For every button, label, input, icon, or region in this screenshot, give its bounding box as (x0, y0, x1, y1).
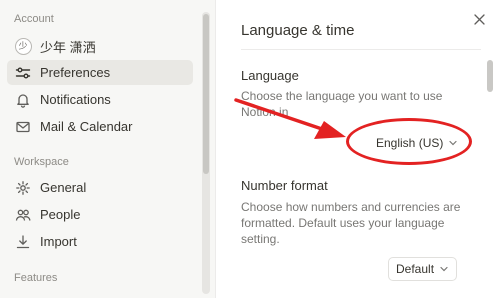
settings-content: Language & time Language Choose the lang… (216, 0, 500, 298)
sliders-icon (14, 64, 32, 82)
close-icon (473, 13, 485, 25)
import-icon (14, 233, 32, 251)
sidebar-scrollbar[interactable] (202, 12, 210, 294)
user-name: 少年 潇洒 (40, 40, 96, 55)
sidebar-item-notifications[interactable]: Notifications (7, 87, 193, 112)
number-format-setting-description: Choose how numbers and currencies are fo… (241, 200, 461, 246)
settings-sidebar: Account 少 少年 潇洒 Preferences Notification… (0, 0, 216, 298)
sidebar-item-account-user[interactable]: 少 少年 潇洒 (7, 34, 193, 59)
sidebar-item-label: Mail & Calendar (40, 119, 133, 134)
gear-icon (14, 179, 32, 197)
sidebar-item-mail-calendar[interactable]: Mail & Calendar (7, 114, 193, 139)
sidebar-item-import[interactable]: Import (7, 229, 193, 254)
sidebar-item-label: Import (40, 234, 77, 249)
close-button[interactable] (470, 10, 488, 28)
sidebar-scrollbar-thumb[interactable] (203, 14, 209, 174)
title-divider (241, 49, 481, 50)
number-format-setting-title: Number format (241, 178, 328, 193)
sidebar-item-label: People (40, 207, 81, 222)
avatar: 少 (14, 38, 32, 55)
sidebar-item-label: Notifications (40, 92, 111, 107)
number-format-dropdown-value: Default (396, 262, 435, 276)
account-section-label: Account (14, 13, 54, 25)
page-title: Language & time (241, 22, 355, 39)
sidebar-item-people[interactable]: People (7, 202, 193, 227)
chevron-down-icon (440, 266, 448, 272)
people-icon (14, 206, 32, 224)
sidebar-item-label: General (40, 180, 87, 195)
annotation-ellipse (346, 118, 472, 165)
sidebar-item-preferences[interactable]: Preferences (7, 60, 193, 85)
sidebar-item-label: Preferences (40, 65, 111, 80)
features-section-label: Features (14, 272, 58, 284)
number-format-dropdown[interactable]: Default (388, 257, 458, 281)
sidebar-item-general[interactable]: General (7, 175, 193, 200)
workspace-section-label: Workspace (14, 156, 69, 168)
content-scrollbar-thumb[interactable] (487, 60, 493, 92)
mail-icon (14, 118, 32, 136)
language-setting-description: Choose the language you want to use Noti… (241, 89, 443, 119)
language-setting-title: Language (241, 68, 299, 83)
bell-icon (14, 91, 32, 109)
